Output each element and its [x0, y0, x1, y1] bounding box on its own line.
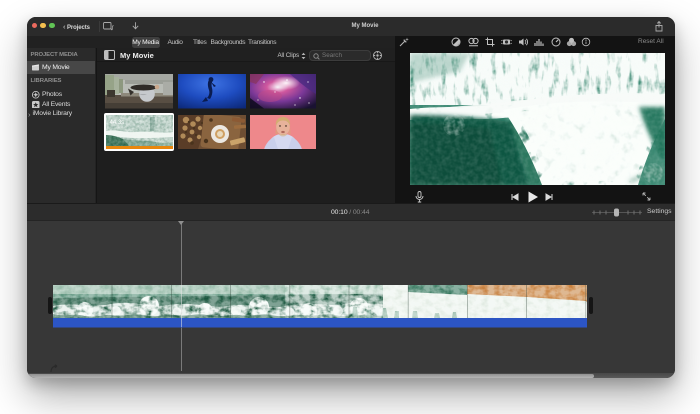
svg-text:44.3s: 44.3s: [109, 120, 124, 126]
